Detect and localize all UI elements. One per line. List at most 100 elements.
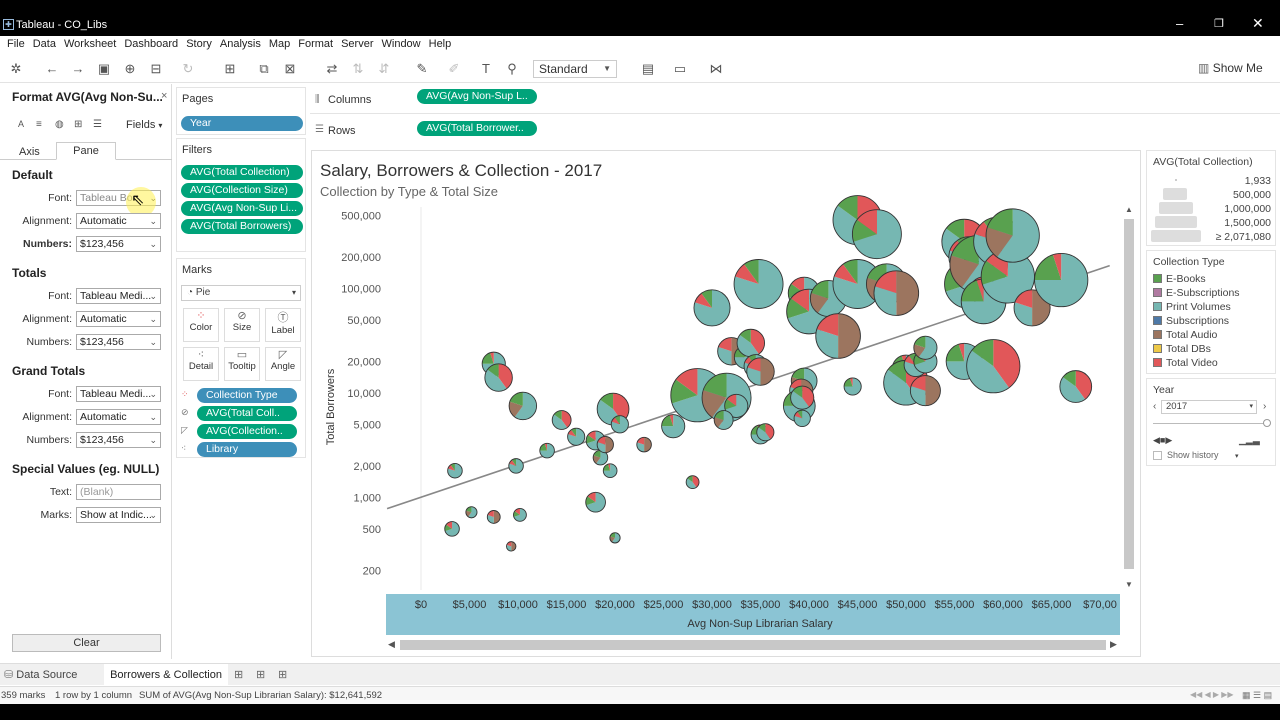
grand-totals-font-field[interactable]: Tableau Medi... ⌄ — [76, 386, 161, 402]
alignment-format-icon[interactable]: ≡ — [36, 119, 42, 130]
tab-pane[interactable]: Pane — [56, 142, 116, 160]
color-legend-item[interactable]: Total Audio — [1153, 329, 1217, 341]
show-cards-icon[interactable]: ▤ — [640, 61, 656, 77]
mark-type-dropdown[interactable]: ◔ Pie ▾ — [181, 285, 301, 301]
clear-sheet-icon[interactable]: ⊠ — [282, 61, 298, 77]
borders-format-icon[interactable]: ⊞ — [74, 119, 82, 130]
color-legend-item[interactable]: Subscriptions — [1153, 315, 1229, 327]
year-next-icon[interactable]: › — [1263, 401, 1266, 412]
default-alignment-field[interactable]: Automatic ⌄ — [76, 213, 161, 229]
menu-worksheet[interactable]: Worksheet — [60, 36, 120, 54]
sort-desc-icon[interactable]: ⇵ — [376, 61, 392, 77]
columns-pill[interactable]: AVG(Avg Non-Sup L.. — [417, 89, 537, 104]
filter-pill[interactable]: AVG(Total Collection) — [181, 165, 303, 180]
restore-icon[interactable]: ❐ — [1214, 17, 1224, 30]
tab-axis[interactable]: Axis — [19, 146, 40, 158]
marks-pill-angle[interactable]: AVG(Collection.. — [197, 424, 297, 439]
data-source-tab[interactable]: ⛁ Data Source — [0, 664, 102, 686]
v-scroll-thumb[interactable] — [1124, 219, 1134, 569]
fix-axes-icon[interactable]: ⚲ — [504, 61, 520, 77]
columns-shelf[interactable]: ⫼ Columns AVG(Avg Non-Sup L.. — [310, 86, 1280, 114]
shading-format-icon[interactable]: ◍ — [55, 119, 64, 130]
presentation-icon[interactable]: ▭ — [672, 61, 688, 77]
year-dropdown[interactable]: 2017 ▾ — [1161, 400, 1257, 414]
totals-numbers-field[interactable]: $123,456 ⌄ — [76, 334, 161, 350]
font-format-icon[interactable]: A — [18, 119, 24, 129]
new-data-source-icon[interactable]: ⊕ — [122, 61, 138, 77]
scroll-up-icon[interactable]: ▲ — [1125, 205, 1133, 214]
marks-tooltip-button[interactable]: ▭ Tooltip — [224, 347, 260, 381]
clear-button[interactable]: Clear — [12, 634, 161, 652]
menu-file[interactable]: File — [3, 36, 29, 54]
new-worksheet-icon[interactable]: ⊞ — [234, 668, 243, 681]
marks-angle-button[interactable]: ◸ Angle — [265, 347, 301, 381]
filter-pill[interactable]: AVG(Total Borrowers) — [181, 219, 303, 234]
special-text-input[interactable]: (Blank) — [76, 484, 161, 500]
labels-icon[interactable]: T — [478, 61, 494, 77]
menu-story[interactable]: Story — [182, 36, 216, 54]
sheet-navigation-icons[interactable]: ◀◀ ◀ ▶ ▶▶ — [1190, 690, 1234, 699]
scroll-left-icon[interactable]: ◀ — [388, 639, 395, 650]
new-story-icon[interactable]: ⊞ — [278, 668, 287, 681]
totals-font-field[interactable]: Tableau Medi... ⌄ — [76, 288, 161, 304]
marks-pill-collection-type[interactable]: Collection Type — [197, 388, 297, 403]
tableau-icon[interactable]: ✲ — [8, 61, 24, 77]
marks-pill-library[interactable]: Library — [197, 442, 297, 457]
close-icon[interactable]: × — [161, 90, 167, 102]
sheet-tab-active[interactable]: Borrowers & Collection — [104, 664, 228, 686]
playback-controls-icon[interactable]: ◀■▶ — [1153, 435, 1172, 446]
marks-color-button[interactable]: ⁘ Color — [183, 308, 219, 342]
lines-format-icon[interactable]: ☰ — [93, 119, 102, 130]
menu-map[interactable]: Map — [265, 36, 294, 54]
color-legend-item[interactable]: Total Video — [1153, 357, 1218, 369]
marks-size-button[interactable]: ⊘ Size — [224, 308, 260, 342]
menu-help[interactable]: Help — [425, 36, 456, 54]
new-dashboard-icon[interactable]: ⊞ — [256, 668, 265, 681]
rows-pill[interactable]: AVG(Total Borrower.. — [417, 121, 537, 136]
filter-pill[interactable]: AVG(Avg Non-Sup Li... — [181, 201, 303, 216]
marks-detail-button[interactable]: ⁖ Detail — [183, 347, 219, 381]
color-legend-item[interactable]: Print Volumes — [1153, 301, 1231, 313]
share-icon[interactable]: ⋈ — [708, 61, 724, 77]
year-slider-track[interactable] — [1153, 423, 1269, 424]
group-icon[interactable]: ✐ — [446, 61, 462, 77]
save-icon[interactable]: ▣ — [96, 61, 112, 77]
menu-server[interactable]: Server — [337, 36, 377, 54]
show-me-button[interactable]: ▥ Show Me — [1198, 61, 1263, 75]
swap-icon[interactable]: ⇄ — [324, 61, 340, 77]
sort-asc-icon[interactable]: ⇅ — [350, 61, 366, 77]
marks-pill-size[interactable]: AVG(Total Coll.. — [197, 406, 297, 421]
fit-dropdown[interactable]: Standard ▼ — [533, 60, 617, 78]
scroll-down-icon[interactable]: ▼ — [1125, 580, 1133, 589]
color-legend-item[interactable]: Total DBs — [1153, 343, 1211, 355]
menu-analysis[interactable]: Analysis — [216, 36, 265, 54]
v-scrollbar[interactable]: ▲ ▼ — [1123, 205, 1135, 592]
menu-data[interactable]: Data — [29, 36, 60, 54]
show-history-checkbox[interactable] — [1153, 451, 1162, 460]
sheet-view-icons[interactable]: ▦ ☰ ▤ — [1242, 690, 1272, 701]
special-marks-field[interactable]: Show at Indic... ⌄ — [76, 507, 161, 523]
fields-dropdown[interactable]: Fields ▾ — [126, 119, 162, 131]
close-window-icon[interactable]: ✕ — [1252, 15, 1264, 32]
year-slider-handle[interactable] — [1263, 419, 1271, 427]
minimize-icon[interactable]: – — [1176, 16, 1183, 31]
filter-pill[interactable]: AVG(Collection Size) — [181, 183, 303, 198]
pages-pill-year[interactable]: Year — [181, 116, 303, 131]
marks-label-button[interactable]: Ⓣ Label — [265, 308, 301, 342]
color-legend-item[interactable]: E-Subscriptions — [1153, 287, 1240, 299]
grand-totals-alignment-field[interactable]: Automatic ⌄ — [76, 409, 161, 425]
color-legend-item[interactable]: E-Books — [1153, 273, 1206, 285]
h-scrollbar[interactable]: ◀ ▶ — [386, 638, 1122, 652]
menu-dashboard[interactable]: Dashboard — [120, 36, 182, 54]
highlight-icon[interactable]: ✎ — [414, 61, 430, 77]
scroll-right-icon[interactable]: ▶ — [1110, 639, 1117, 650]
default-numbers-field[interactable]: $123,456 ⌄ — [76, 236, 161, 252]
year-prev-icon[interactable]: ‹ — [1153, 401, 1156, 412]
undo-icon[interactable]: ← — [44, 61, 60, 77]
redo-icon[interactable]: → — [70, 61, 86, 77]
menu-window[interactable]: Window — [378, 36, 425, 54]
playback-speed-icon[interactable]: ▁▂▃ — [1239, 435, 1260, 446]
duplicate-sheet-icon[interactable]: ⧉ — [256, 61, 272, 77]
grand-totals-numbers-field[interactable]: $123,456 ⌄ — [76, 432, 161, 448]
caret-down-icon[interactable]: ▾ — [1235, 452, 1239, 460]
